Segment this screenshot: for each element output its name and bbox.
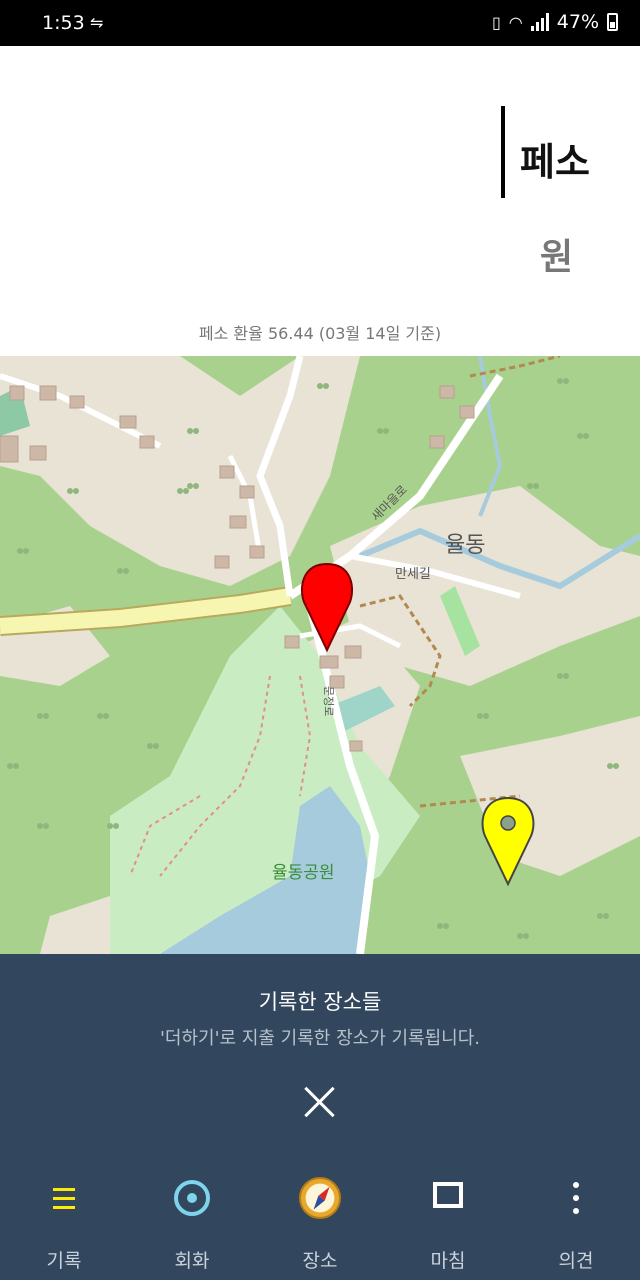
battery-icon — [607, 13, 618, 31]
bottom-nav: 기록 회화 장소 마침 의견 — [0, 1164, 640, 1280]
panel-title: 기록한 장소들 — [258, 990, 382, 1014]
yellow-map-pin[interactable] — [481, 796, 535, 887]
status-bar: 1:53 ⇋ ▯ ◠ 47% — [0, 0, 640, 46]
nav-item-places[interactable]: 장소 — [256, 1164, 384, 1280]
currency-main[interactable]: 페소 — [520, 131, 590, 186]
square-icon — [433, 1182, 463, 1208]
map-view[interactable]: 율동 새마을로 만세길 문정로 율동공원 — [0, 356, 640, 954]
compass-icon — [299, 1177, 341, 1219]
currency-header: 페소 원 페소 환율 56.44 (03월 14일 기준) — [0, 46, 640, 356]
currency-divider — [501, 106, 505, 198]
nav-item-finish[interactable]: 마침 — [384, 1164, 512, 1280]
nav-label-places: 장소 — [302, 1250, 338, 1272]
map-label-road-2: 만세길 — [395, 567, 431, 582]
close-button[interactable] — [296, 1078, 344, 1126]
target-icon — [174, 1180, 210, 1216]
status-time: 1:53 — [42, 12, 85, 34]
more-vertical-icon — [554, 1176, 598, 1220]
exchange-rate-note: 페소 환율 56.44 (03월 14일 기준) — [198, 324, 442, 343]
vibrate-icon: ▯ — [491, 12, 501, 32]
nav-label-feedback: 의견 — [558, 1250, 594, 1272]
battery-percent: 47% — [556, 11, 599, 33]
nav-label-conversation: 회화 — [174, 1250, 210, 1272]
status-right: ▯ ◠ 47% — [492, 11, 618, 33]
map-label-road-3: 문정로 — [322, 686, 335, 716]
panel-subtitle: '더하기'로 지출 기록한 장소가 기록됩니다. — [159, 1028, 481, 1049]
currency-sub[interactable]: 원 — [540, 228, 573, 280]
map-canvas[interactable]: 율동 새마을로 만세길 문정로 율동공원 — [0, 356, 640, 954]
list-icon — [42, 1176, 86, 1220]
map-label-neighborhood: 율동 — [445, 533, 485, 558]
nav-item-feedback[interactable]: 의견 — [512, 1164, 640, 1280]
nav-item-conversation[interactable]: 회화 — [128, 1164, 256, 1280]
wifi-icon: ◠ — [508, 12, 523, 32]
signal-icon — [530, 13, 549, 31]
nav-label-finish: 마침 — [430, 1250, 466, 1272]
map-label-park: 율동공원 — [272, 863, 335, 883]
nav-item-record[interactable]: 기록 — [0, 1164, 128, 1280]
usb-icon: ⇋ — [90, 13, 104, 32]
nav-label-record: 기록 — [46, 1250, 82, 1272]
